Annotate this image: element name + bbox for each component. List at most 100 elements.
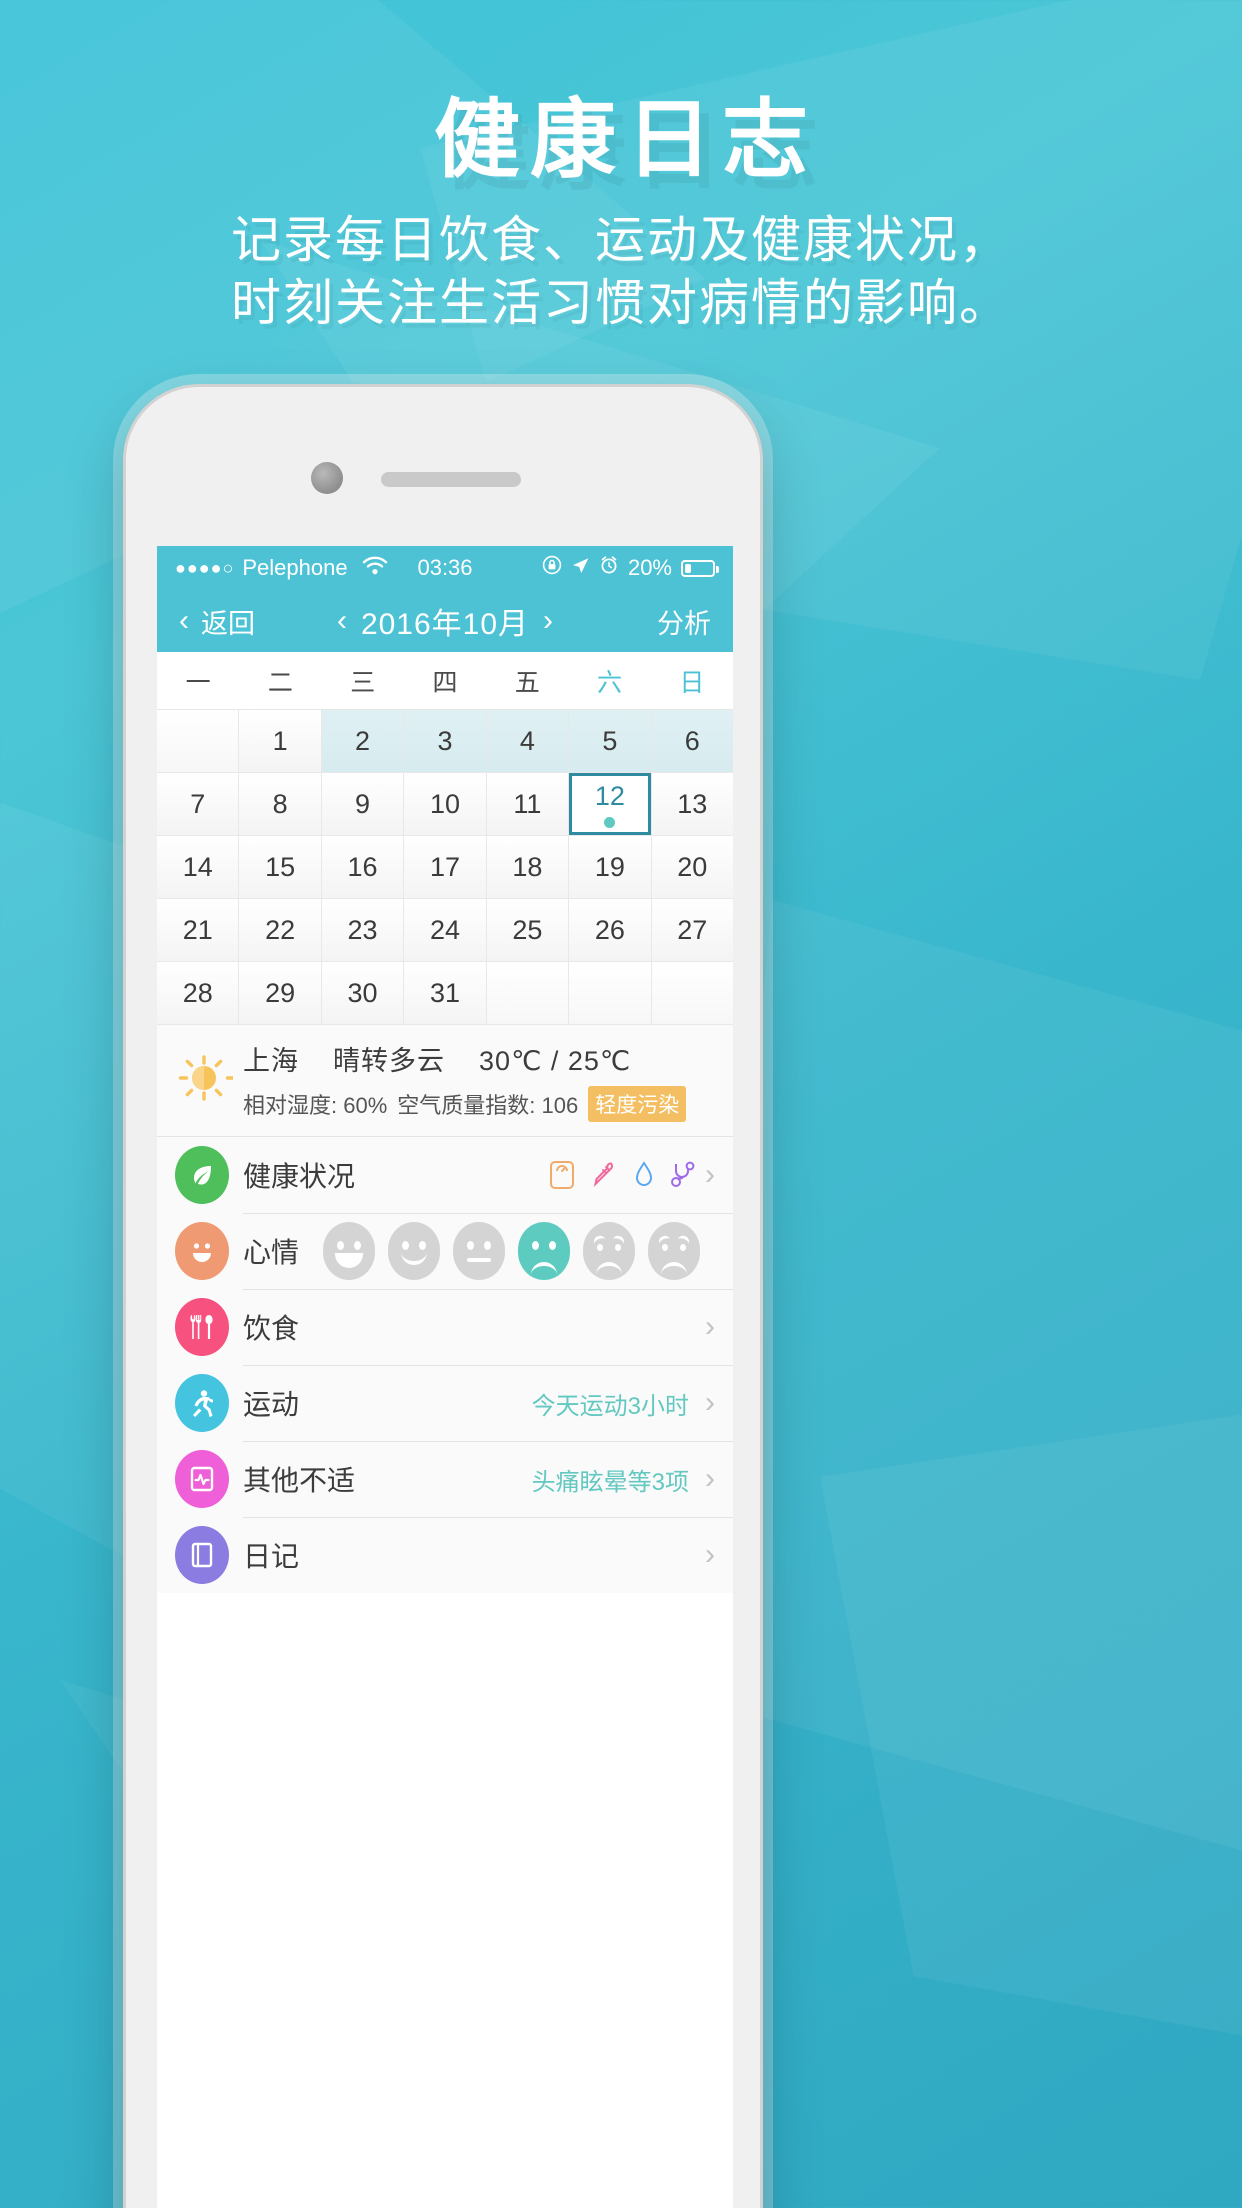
calendar-day-number: 27 [677,914,708,945]
calendar-day-number: 21 [182,914,213,945]
mood-face-grin[interactable] [323,1222,376,1280]
runner-icon [175,1374,229,1432]
calendar-day-1[interactable]: 1 [239,710,321,772]
weekday-label-6: 日 [679,668,705,697]
calendar-day-2[interactable]: 2 [321,710,404,772]
calendar-day-21[interactable]: 21 [157,899,239,961]
pulse-monitor-icon [175,1450,229,1508]
calendar-day-11[interactable]: 11 [486,773,569,835]
mood-selector [323,1222,701,1280]
mood-face-neutral[interactable] [453,1222,506,1280]
list-item-exercise[interactable]: 运动 今天运动3小时 › [157,1365,733,1441]
list-item-diet[interactable]: 饮食 › [157,1289,733,1365]
promo-subtitle-line2: 时刻关注生活习惯对病情的影响。 [231,275,1011,332]
mood-face-cry[interactable] [583,1222,636,1280]
calendar-day-27[interactable]: 27 [651,899,733,961]
calendar-day-24[interactable]: 24 [404,899,486,961]
calendar-weekday-header: 一二三四五六日 [157,652,733,710]
calendar-day-number: 24 [429,914,461,945]
calendar-day-number: 29 [265,977,296,1008]
analysis-button[interactable]: 分析 [657,602,711,641]
weather-humidity: 相对湿度: 60% [243,1093,388,1118]
calendar-day-15[interactable]: 15 [239,836,321,898]
calendar-day-10[interactable]: 10 [404,773,486,835]
calendar-day-number: 10 [429,788,461,819]
calendar-day-20[interactable]: 20 [651,836,733,898]
calendar-day-number: 9 [355,788,371,819]
calendar-day-25[interactable]: 25 [486,899,569,961]
calendar-day-number: 1 [272,725,288,756]
weather-temperature: 30℃ / 25℃ [479,1046,632,1076]
promo-header: 健康日志 记录每日饮食、运动及健康状况， 时刻关注生活习惯对病情的影响。 [0,0,1242,335]
mood-face-sad[interactable] [518,1222,571,1280]
weather-text: 上海 晴转多云 30℃ / 25℃ 相对湿度: 60% 空气质量指数: 106 … [243,1039,687,1122]
calendar-day-number: 17 [429,851,461,882]
promo-subtitle: 记录每日饮食、运动及健康状况， 时刻关注生活习惯对病情的影响。 [0,209,1242,335]
list-item-diary[interactable]: 日记 › [157,1517,733,1593]
list-item-discomfort[interactable]: 其他不适 头痛眩晕等3项 › [157,1441,733,1517]
calendar-day-3[interactable]: 3 [404,710,486,772]
calendar-day-28[interactable]: 28 [157,962,239,1024]
weekday-label-0: 一 [185,668,211,697]
weather-summary: 上海 晴转多云 30℃ / 25℃ [243,1039,686,1078]
calendar-day-7[interactable]: 7 [157,773,239,835]
calendar-day-5[interactable]: 5 [569,710,651,772]
chevron-right-icon: › [705,1386,715,1419]
battery-icon [681,559,719,577]
weekday-label-3: 四 [432,668,458,697]
cutlery-icon [175,1298,229,1356]
calendar-day-number: 22 [265,914,296,945]
calendar-day-number: 16 [347,851,378,882]
rotation-lock-icon [542,555,562,581]
list-item-label: 饮食 [243,1313,300,1344]
front-camera-icon [311,462,343,494]
status-bar-right: 20% [542,555,719,581]
calendar-day-26[interactable]: 26 [569,899,651,961]
calendar-day-number: 4 [519,725,535,756]
prev-month-button[interactable]: ‹ [337,606,347,636]
calendar-day-30[interactable]: 30 [321,962,404,1024]
list-item-label: 健康状况 [243,1161,356,1192]
calendar-day-number: 13 [677,788,708,819]
calendar-day-number: 31 [429,977,461,1008]
calendar-day-13[interactable]: 13 [651,773,733,835]
calendar-day-8[interactable]: 8 [239,773,321,835]
calendar-day-31[interactable]: 31 [404,962,486,1024]
weight-scale-icon [550,1161,574,1189]
calendar-day-14[interactable]: 14 [157,836,239,898]
calendar-day-22[interactable]: 22 [239,899,321,961]
chevron-right-icon: › [705,1462,715,1495]
calendar-day-number: 19 [594,851,625,882]
calendar-day-19[interactable]: 19 [569,836,651,898]
mood-face-smile[interactable] [388,1222,441,1280]
daily-log-list: 上海 晴转多云 30℃ / 25℃ 相对湿度: 60% 空气质量指数: 106 … [157,1025,733,1593]
list-item-health[interactable]: 健康状况 › [157,1137,733,1213]
health-metric-icons [549,1160,697,1190]
weather-row[interactable]: 上海 晴转多云 30℃ / 25℃ 相对湿度: 60% 空气质量指数: 106 … [157,1025,733,1137]
chevron-right-icon: › [705,1538,715,1571]
calendar-grid: 1 2 3 4 5 6 7 8 9 10 11 12 13 14 15 16 17 18 19 20 21 22 23 24 2… [157,710,733,1025]
calendar-day-23[interactable]: 23 [321,899,404,961]
calendar-day-6[interactable]: 6 [651,710,733,772]
battery-percent-label: 20% [627,555,672,580]
calendar-day-number: 6 [684,725,700,756]
calendar-day-16[interactable]: 16 [321,836,404,898]
navigation-bar: ‹ 返回 ‹ 2016年10月 › 分析 [157,590,733,652]
alarm-clock-icon [599,555,619,581]
calendar-day-number: 25 [512,914,543,945]
calendar-day-number: 18 [512,851,543,882]
calendar-day-9[interactable]: 9 [321,773,404,835]
chevron-right-icon: › [705,1158,715,1191]
sun-cloud-icon [175,1049,236,1112]
next-month-button[interactable]: › [543,606,553,636]
calendar-day-4[interactable]: 4 [486,710,569,772]
calendar-day-12[interactable]: 12 [569,773,651,835]
calendar-day-29[interactable]: 29 [239,962,321,1024]
entry-indicator-dot [604,816,616,828]
calendar-day-number: 12 [594,780,625,811]
mood-face-worried[interactable] [648,1222,701,1280]
calendar-day-17[interactable]: 17 [404,836,486,898]
calendar-day-18[interactable]: 18 [486,836,569,898]
list-item-mood[interactable]: 心情 [157,1213,733,1289]
location-arrow-icon [571,555,590,581]
